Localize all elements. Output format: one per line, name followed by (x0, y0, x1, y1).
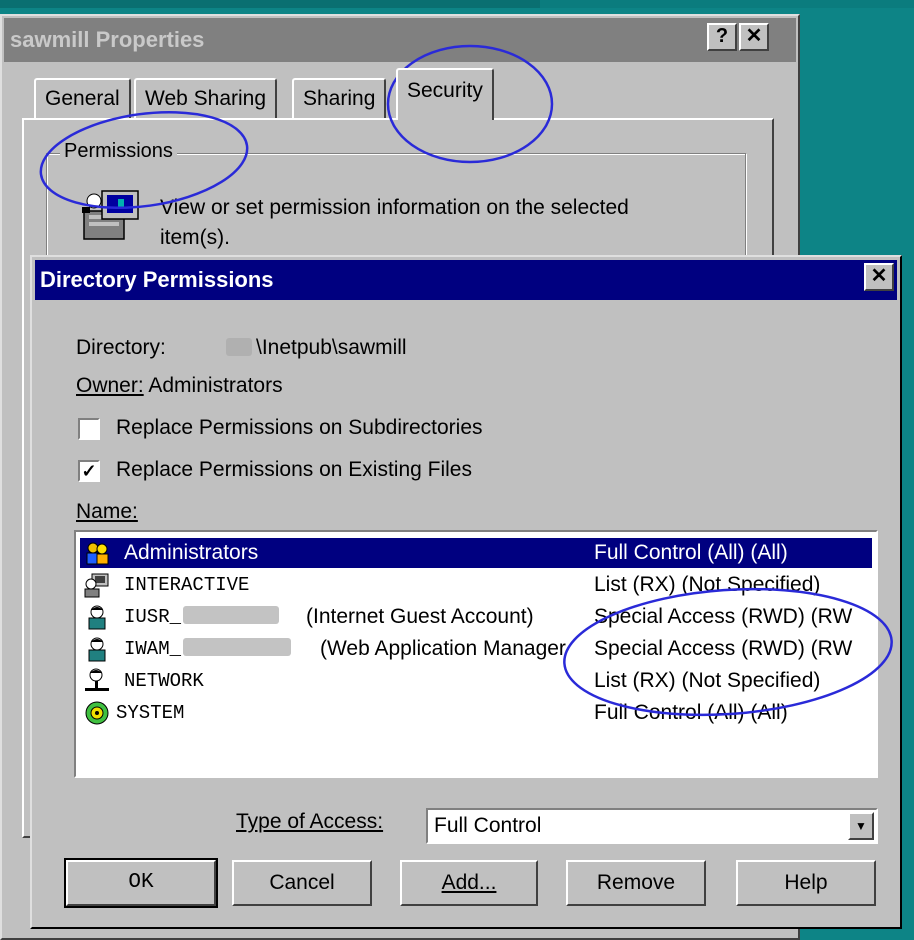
tab-sharing[interactable]: Sharing (292, 78, 387, 120)
network-user-icon (85, 668, 109, 691)
entry-name-prefix: IWAM_ (124, 638, 182, 660)
replace-files-checkbox[interactable]: ✓ (78, 460, 100, 482)
entry-access: Special Access (RWD) (RW (594, 605, 853, 628)
entry-name: IUSR_ (124, 602, 283, 632)
list-item-interactive[interactable]: INTERACTIVE List (RX) (Not Specified) (80, 570, 872, 600)
permissions-description: View or set permission information on th… (160, 196, 629, 249)
tab-general[interactable]: General (34, 78, 131, 120)
user-icon (88, 605, 106, 630)
replace-subdirs-label[interactable]: Replace Permissions on Subdirectories (116, 416, 483, 440)
entry-description: (Internet Guest Account) (306, 605, 534, 628)
help-dialog-button[interactable]: Help (736, 860, 876, 906)
redacted-name (183, 638, 292, 656)
list-item-system[interactable]: SYSTEM Full Control (All) (All) (80, 698, 872, 728)
add-button[interactable]: Add... (400, 860, 538, 906)
list-item-iusr[interactable]: IUSR_ (Internet Guest Account) Special A… (80, 602, 872, 632)
help-button[interactable]: ? (707, 23, 737, 51)
directory-path: \Inetpub\sawmill (256, 336, 407, 359)
entry-access: List (RX) (Not Specified) (594, 669, 821, 692)
entry-name: IWAM_ (124, 634, 295, 664)
owner-value: Administrators (148, 374, 283, 397)
cancel-button[interactable]: Cancel (232, 860, 372, 906)
entry-access: List (RX) (Not Specified) (594, 573, 821, 596)
properties-titlebar: sawmill Properties (4, 18, 796, 62)
list-item-iwam[interactable]: IWAM_ (Web Application Manager Special A… (80, 634, 872, 664)
directory-label: Directory: (76, 336, 166, 359)
entry-name: Administrators (124, 541, 259, 564)
system-icon (85, 701, 109, 725)
type-of-access-select[interactable]: Full Control ▼ (426, 808, 878, 844)
chevron-down-icon[interactable]: ▼ (848, 812, 874, 840)
type-of-access-text: Type of Access: (236, 810, 384, 833)
owner-label: Owner: (76, 374, 144, 397)
group-icon (86, 542, 109, 565)
entry-access: Special Access (RWD) (RW (594, 637, 853, 660)
list-item-network[interactable]: NETWORK List (RX) (Not Specified) (80, 666, 872, 696)
computer-user-icon (82, 190, 139, 240)
dialog-titlebar: Directory Permissions (35, 260, 897, 300)
entry-name-prefix: IUSR_ (124, 606, 182, 628)
name-label: Name: (76, 500, 138, 523)
redacted-drive (226, 338, 252, 356)
entry-access: Full Control (All) (All) (594, 701, 788, 724)
ok-button[interactable]: OK (64, 858, 218, 908)
entry-name: NETWORK (124, 670, 204, 692)
permissions-group-label: Permissions (60, 140, 177, 163)
close-button[interactable]: ✕ (739, 23, 769, 51)
permissions-listbox[interactable]: Administrators Full Control (All) (All) … (74, 530, 878, 778)
replace-files-label[interactable]: Replace Permissions on Existing Files (116, 458, 472, 482)
remove-button[interactable]: Remove (566, 860, 706, 906)
type-of-access-label: Type of Access: (236, 810, 383, 834)
tab-security[interactable]: Security (396, 68, 494, 120)
title-strip (0, 0, 540, 8)
list-item-administrators[interactable]: Administrators Full Control (All) (All) (80, 538, 872, 568)
entry-access: Full Control (All) (All) (594, 541, 788, 564)
redacted-name (183, 606, 280, 624)
replace-subdirs-checkbox[interactable] (78, 418, 100, 440)
dialog-close-button[interactable]: ✕ (864, 263, 894, 291)
tab-web-sharing[interactable]: Web Sharing (134, 78, 278, 120)
directory-value: \Inetpub\sawmill (226, 336, 407, 360)
owner-row: Owner: Administrators (76, 374, 283, 398)
user-icon (88, 637, 106, 662)
entry-name: INTERACTIVE (124, 574, 250, 596)
interactive-user-icon (84, 573, 109, 598)
entry-name: SYSTEM (116, 702, 185, 724)
properties-title: sawmill Properties (10, 27, 205, 52)
dialog-title: Directory Permissions (40, 267, 274, 292)
entry-description: (Web Application Manager (320, 637, 566, 660)
type-of-access-value: Full Control (434, 814, 542, 837)
desktop-top-strip (0, 0, 914, 8)
